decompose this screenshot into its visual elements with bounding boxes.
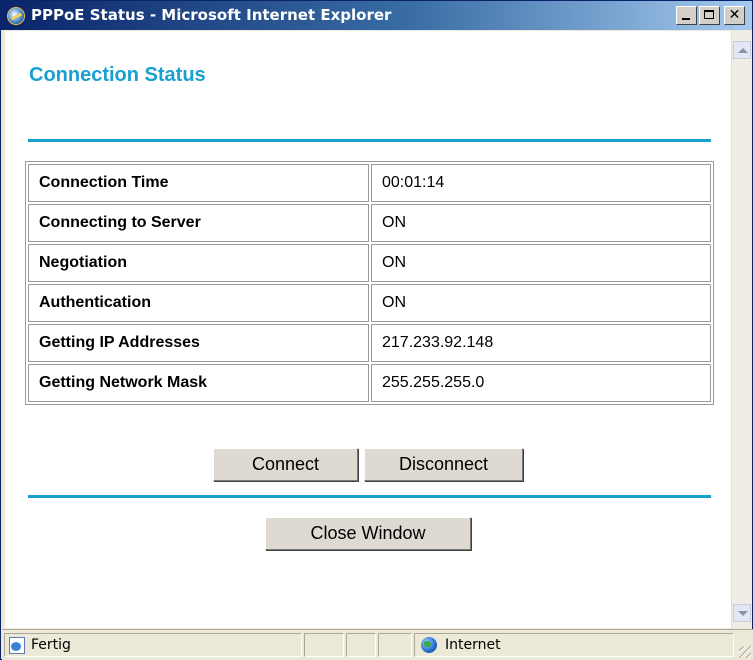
row-value: ON	[371, 204, 711, 242]
status-panel-main: Fertig	[4, 633, 302, 657]
row-label: Getting Network Mask	[28, 364, 369, 402]
connect-button[interactable]: Connect	[213, 448, 358, 481]
scroll-up-icon	[738, 48, 748, 53]
minimize-button[interactable]	[676, 6, 697, 25]
scroll-down-icon	[738, 611, 748, 616]
row-value: ON	[371, 244, 711, 282]
row-label: Getting IP Addresses	[28, 324, 369, 362]
row-value: ON	[371, 284, 711, 322]
vertical-scrollbar[interactable]	[731, 31, 752, 628]
title-bar[interactable]: PPPoE Status - Microsoft Internet Explor…	[1, 1, 752, 30]
maximize-icon	[704, 10, 714, 19]
close-window-button[interactable]: Close Window	[265, 517, 471, 550]
globe-icon	[421, 637, 437, 653]
maximize-button[interactable]	[699, 6, 720, 25]
page-icon	[9, 637, 25, 654]
row-label: Connection Time	[28, 164, 369, 202]
status-panel	[378, 633, 412, 657]
close-button[interactable]: ✕	[724, 6, 745, 25]
row-value: 255.255.255.0	[371, 364, 711, 402]
row-label: Negotiation	[28, 244, 369, 282]
row-label: Connecting to Server	[28, 204, 369, 242]
divider-top	[28, 139, 711, 142]
zone-label: Internet	[445, 637, 501, 653]
status-text: Fertig	[31, 637, 71, 653]
table-row: Connection Time 00:01:14	[28, 164, 711, 202]
disconnect-button[interactable]: Disconnect	[364, 448, 523, 481]
status-bar: Fertig Internet	[2, 629, 753, 660]
row-value: 00:01:14	[371, 164, 711, 202]
ie-app-icon[interactable]	[7, 7, 25, 25]
row-label: Authentication	[28, 284, 369, 322]
status-panel	[346, 633, 376, 657]
table-row: Getting IP Addresses 217.233.92.148	[28, 324, 711, 362]
table-row: Authentication ON	[28, 284, 711, 322]
table-row: Connecting to Server ON	[28, 204, 711, 242]
table-row: Getting Network Mask 255.255.255.0	[28, 364, 711, 402]
resize-grip[interactable]	[739, 646, 751, 658]
status-table: Connection Time 00:01:14 Connecting to S…	[25, 161, 714, 405]
page-content: Connection Status Connection Time 00:01:…	[5, 31, 731, 628]
minimize-icon	[682, 18, 690, 20]
row-value: 217.233.92.148	[371, 324, 711, 362]
status-panel	[304, 633, 344, 657]
browser-window: PPPoE Status - Microsoft Internet Explor…	[0, 0, 753, 660]
window-title: PPPoE Status - Microsoft Internet Explor…	[31, 6, 392, 24]
scroll-up-button[interactable]	[733, 41, 751, 59]
security-zone-panel[interactable]: Internet	[414, 633, 734, 657]
table-row: Negotiation ON	[28, 244, 711, 282]
close-icon: ✕	[728, 7, 741, 23]
scroll-down-button[interactable]	[733, 604, 751, 622]
page-title: Connection Status	[29, 64, 206, 86]
divider-bottom	[28, 495, 711, 498]
